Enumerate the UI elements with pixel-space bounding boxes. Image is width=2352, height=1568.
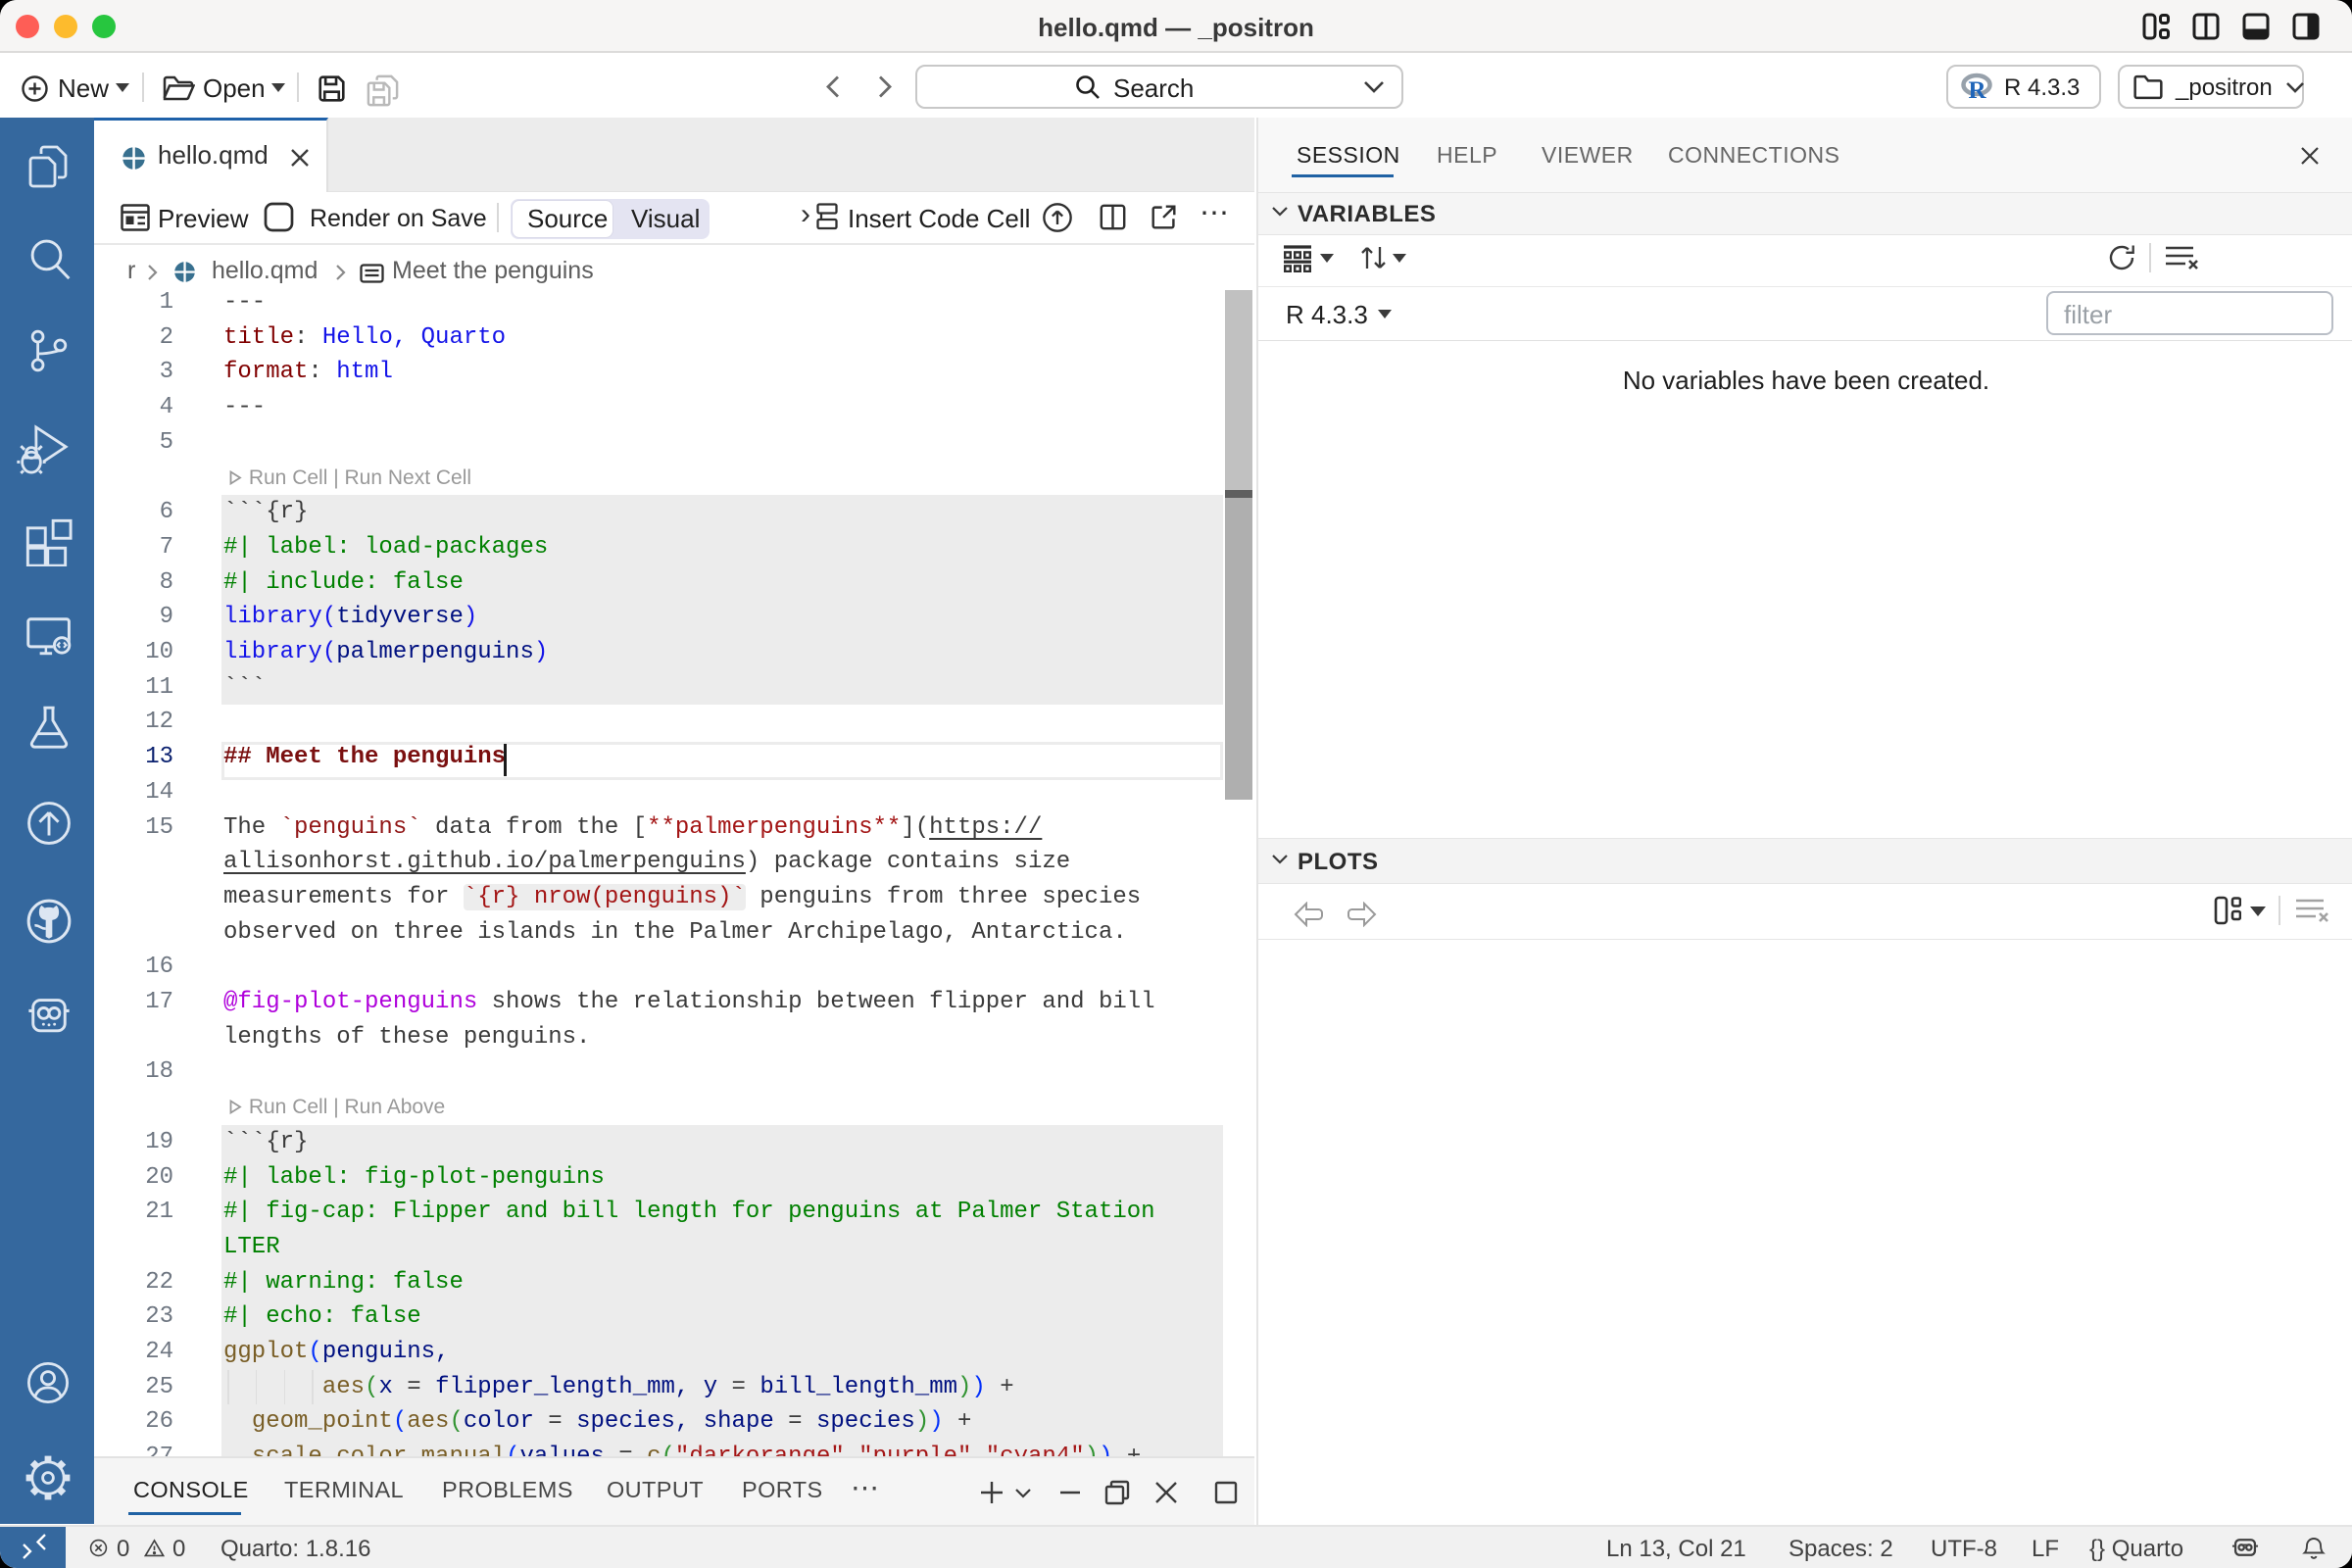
svg-text:R: R	[1969, 77, 1987, 101]
